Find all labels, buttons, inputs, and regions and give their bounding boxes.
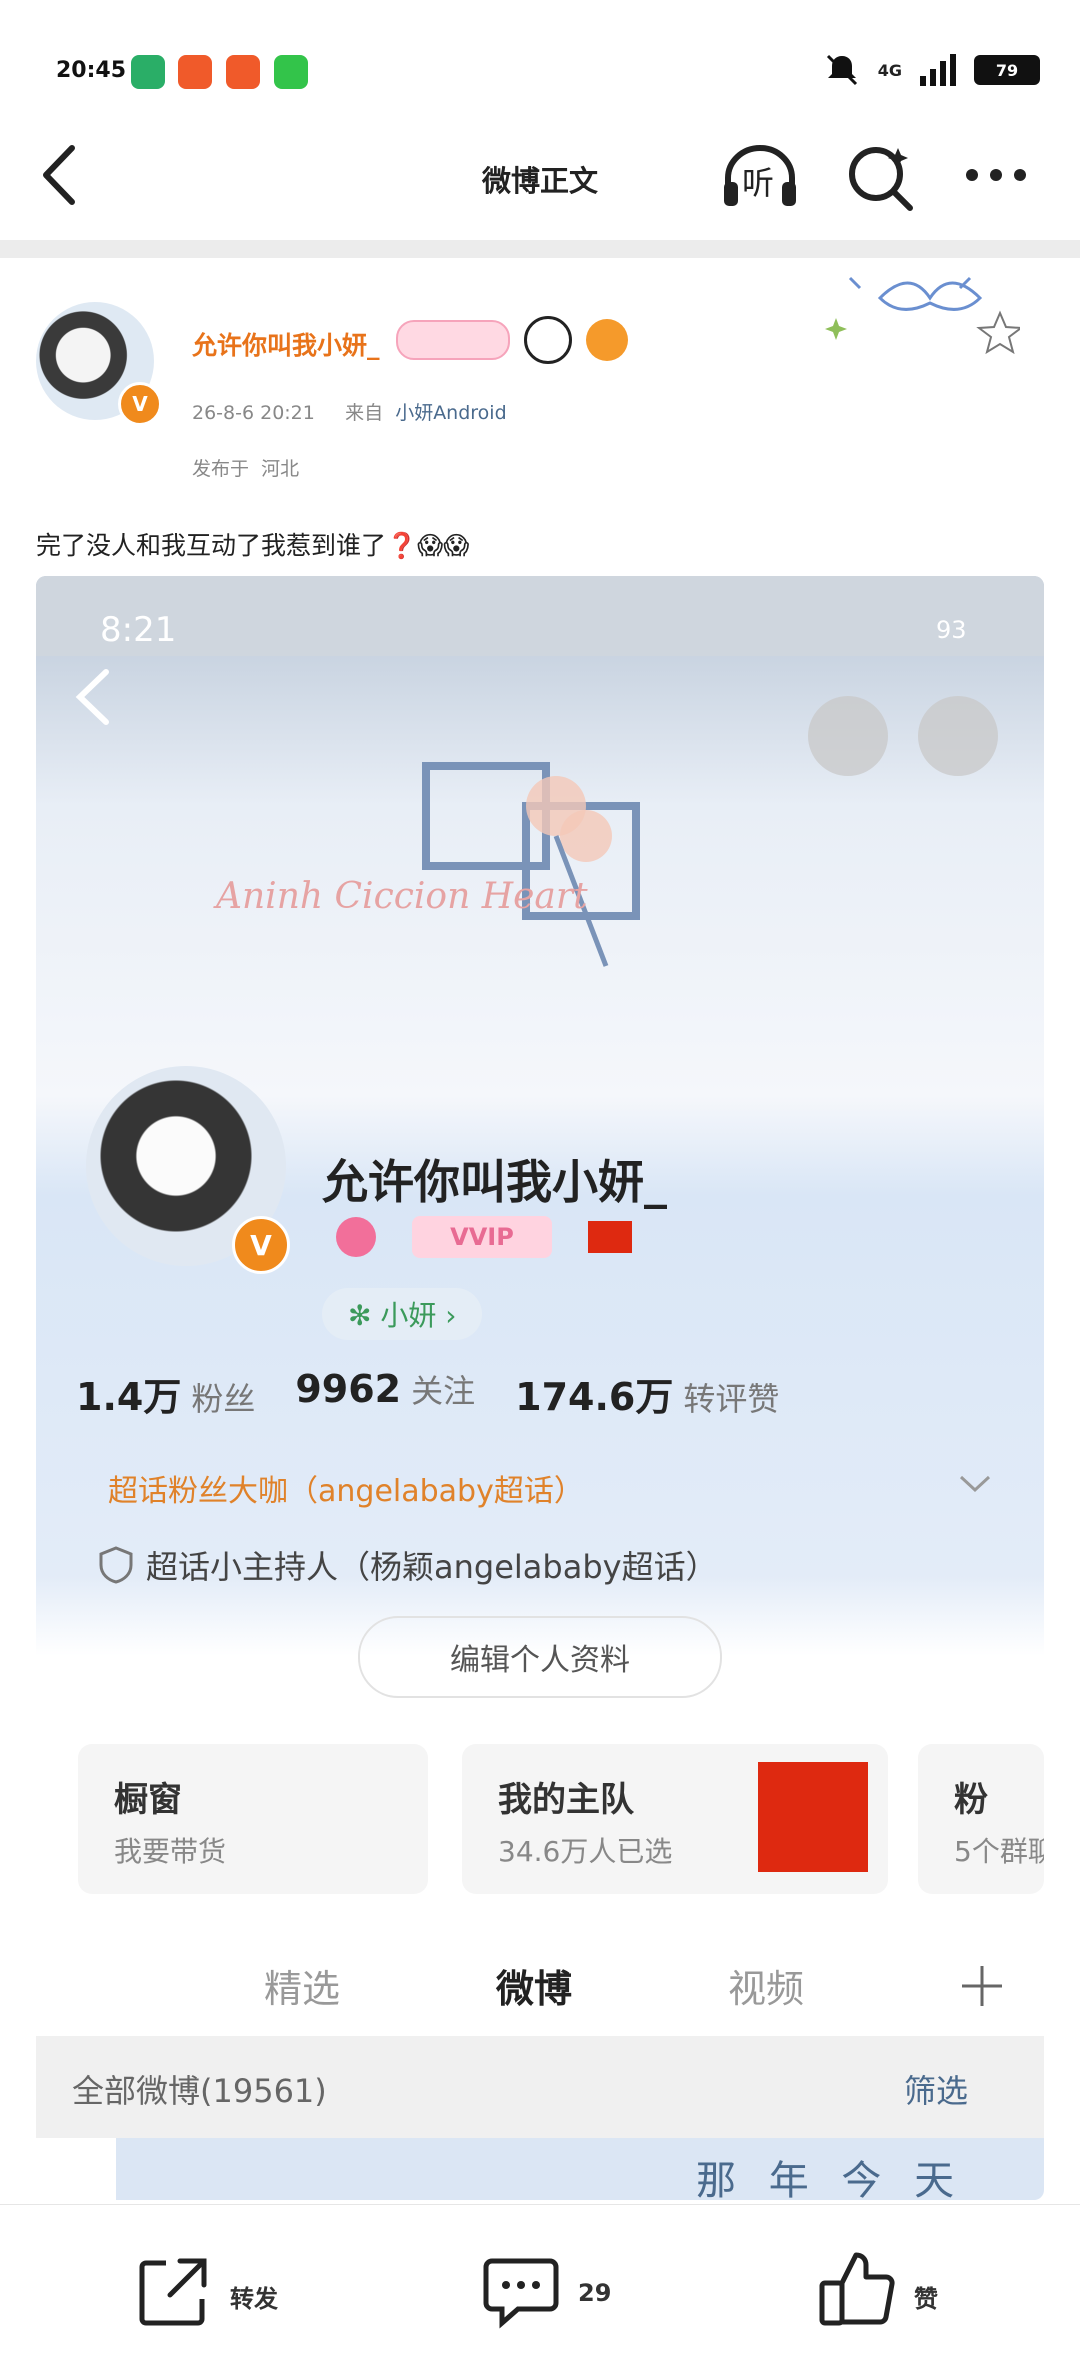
image-filter-bar: 全部微博(19561) 筛选	[36, 2036, 1044, 2138]
image-host-text: 超话小主持人（杨颖angelababy超话）	[146, 1548, 718, 1586]
location-prefix: 发布于	[192, 458, 250, 480]
post-image[interactable]: 8:21 93 Aninh Ciccion Heart V 允许你叫我小妍_ V…	[36, 576, 1044, 2200]
image-lace-header	[36, 576, 1044, 656]
image-edit-profile-button: 编辑个人资料	[358, 1616, 722, 1698]
image-search-icon	[808, 696, 888, 776]
post-meta: 26-8-6 20:21 来自 小妍Android	[192, 398, 507, 425]
image-battery: 93	[936, 616, 967, 644]
image-sub-label: ✻ 小妍 ›	[322, 1288, 483, 1340]
listen-button[interactable]: 听	[720, 144, 800, 210]
image-all-weibo: 全部微博(19561)	[72, 2072, 327, 2110]
app-notification-icon	[226, 55, 260, 89]
source-prefix: 来自	[345, 402, 384, 424]
image-filter-label: 筛选	[904, 2072, 969, 2110]
listen-label: 听	[742, 164, 775, 202]
image-card-team: 我的主队 34.6万人已选	[462, 1744, 888, 1894]
image-profile-name: 允许你叫我小妍_	[322, 1155, 667, 1209]
image-card-shop: 橱窗 我要带货	[78, 1744, 428, 1894]
image-back-icon	[75, 669, 109, 725]
network-type: 4G	[877, 60, 902, 80]
image-settings-icon	[918, 696, 998, 776]
comment-count: 29	[578, 2279, 612, 2307]
image-stat-fans: 1.4万 粉丝	[76, 1375, 256, 1419]
comment-icon	[483, 2258, 559, 2329]
status-indicators: 4G 79	[822, 50, 1040, 90]
verified-badge: V	[118, 382, 162, 426]
fish-icon	[586, 319, 628, 361]
image-stat-following: 9962 关注	[295, 1367, 476, 1411]
image-tabs: 精选 微博 视频	[36, 1936, 1044, 2036]
signal-icon	[920, 54, 956, 86]
image-tab-featured: 精选	[264, 1967, 341, 2011]
image-verified-badge: V	[232, 1216, 290, 1274]
image-pink-badge-icon	[336, 1217, 376, 1257]
comment-button[interactable]: 29	[482, 2255, 682, 2335]
bottom-action-bar: 转发 29 赞	[0, 2204, 1080, 2373]
vip-badge-icon	[396, 320, 510, 360]
image-profile-badges: VVIP	[336, 1216, 632, 1258]
image-plus-icon	[962, 1966, 1002, 2006]
more-icon[interactable]	[964, 162, 1028, 188]
page-title: 微博正文	[481, 164, 598, 198]
search-icon[interactable]	[846, 142, 916, 212]
image-card-fans: 粉 5个群聊	[918, 1744, 1044, 1894]
image-tab-weibo: 微博	[496, 1967, 573, 2011]
image-host-row: 超话小主持人（杨颖angelababy超话）	[98, 1542, 718, 1588]
like-button[interactable]: 赞	[818, 2249, 1018, 2335]
battery-indicator: 79	[974, 55, 1040, 85]
image-china-flag-icon	[588, 1221, 632, 1253]
post-text: 完了没人和我互动了我惹到谁了❓😱😱	[36, 531, 470, 560]
image-superfan-text: 超话粉丝大咖（angelababy超话）	[108, 1474, 584, 1509]
status-time: 20:45	[56, 58, 127, 83]
image-tab-video: 视频	[728, 1967, 805, 2011]
repost-label: 转发	[230, 2285, 278, 2313]
image-china-flag-icon	[758, 1762, 868, 1872]
image-status-time: 8:21	[100, 610, 177, 650]
image-banner: 那 年 今 天	[116, 2138, 1044, 2200]
app-notification-icon	[274, 55, 308, 89]
share-icon	[139, 2258, 207, 2326]
author-name[interactable]: 允许你叫我小妍_	[192, 326, 380, 362]
image-shield-icon	[99, 1546, 133, 1584]
location-name: 河北	[261, 458, 300, 480]
image-art-text: Aninh Ciccion Heart	[216, 876, 588, 917]
app-notification-icon	[178, 55, 212, 89]
repost-button[interactable]: 转发	[136, 2255, 336, 2335]
panda-icon	[524, 316, 572, 364]
section-divider	[0, 240, 1080, 258]
decoration-bow-icon	[825, 276, 1020, 355]
wechat-icon	[131, 55, 165, 89]
image-flower-art	[422, 762, 640, 967]
image-banner-text: 那 年 今 天	[696, 2158, 965, 2200]
thumbs-up-icon	[819, 2252, 895, 2326]
mute-icon	[826, 54, 857, 86]
image-vvip-badge: VVIP	[412, 1216, 552, 1258]
image-chevron-down-icon	[959, 1475, 991, 1493]
post-location: 发布于 河北	[192, 454, 299, 481]
image-stats: 1.4万 粉丝 9962 关注 174.6万 转评赞	[76, 1366, 779, 1421]
image-stat-likes: 174.6万 转评赞	[515, 1375, 780, 1419]
like-label: 赞	[914, 2285, 938, 2313]
post-source[interactable]: 小妍Android	[395, 402, 506, 424]
post-date: 26-8-6 20:21	[192, 402, 315, 424]
author-badges	[396, 316, 628, 364]
